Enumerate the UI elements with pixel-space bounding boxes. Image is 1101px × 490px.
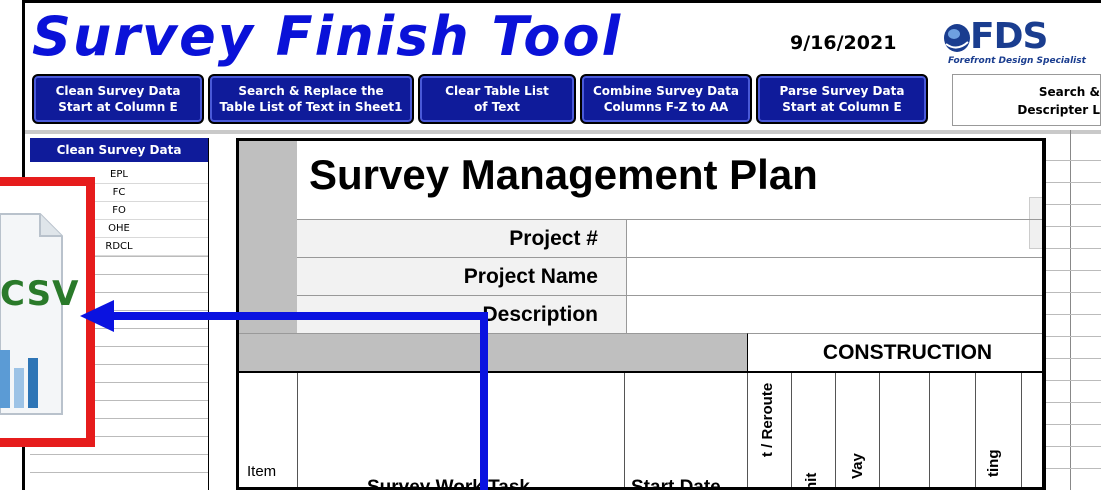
- project-number-label: Project #: [297, 220, 627, 258]
- project-number-row: Project #: [297, 219, 1042, 258]
- task-column-header: Survey Work Task: [367, 477, 530, 490]
- grid-row-line: [1046, 424, 1101, 425]
- clean-survey-data-button[interactable]: Clean Survey Data Start at Column E: [32, 74, 204, 124]
- grid-row-line: [1046, 182, 1101, 183]
- table-column-line: [975, 373, 976, 487]
- grid-row-line: [1046, 336, 1101, 337]
- table-column-line: [835, 373, 836, 487]
- table-column-line: [747, 373, 748, 487]
- column-header: ting: [985, 449, 1002, 478]
- table-column-line: [929, 373, 930, 487]
- app-title: Survey Finish Tool: [32, 5, 623, 68]
- reroute-column-header: t / Reroute: [759, 382, 776, 457]
- start-date-column-header: Start Date: [631, 477, 721, 490]
- grid-row-line: [1046, 270, 1101, 271]
- date-display: 9/16/2021: [790, 32, 897, 54]
- grid-row-line: [30, 472, 208, 473]
- grid-row-line: [1046, 402, 1101, 403]
- project-name-row: Project Name: [297, 257, 1042, 296]
- parse-survey-data-button[interactable]: Parse Survey Data Start at Column E: [756, 74, 928, 124]
- plan-task-table: Item Survey Work Task Start Date t / Rer…: [239, 371, 1042, 490]
- logo-text: FDS: [970, 16, 1048, 57]
- table-column-line: [624, 373, 625, 487]
- combine-survey-data-button[interactable]: Combine Survey Data Columns F-Z to AA: [580, 74, 752, 124]
- clean-survey-data-header: Clean Survey Data: [30, 138, 208, 162]
- search-descripter-button[interactable]: Search & Descripter L: [952, 74, 1101, 126]
- csv-file-icon: [0, 213, 63, 415]
- description-row: Description: [297, 295, 1042, 334]
- csv-label: CSV: [0, 274, 80, 314]
- clear-table-list-button[interactable]: Clear Table List of Text: [418, 74, 576, 124]
- spreadsheet-canvas: Survey Finish Tool 9/16/2021 FDS Forefro…: [0, 0, 1101, 490]
- column-header: Vay: [849, 453, 866, 479]
- parse-survey-data-label: Parse Survey Data Start at Column E: [779, 84, 905, 114]
- grid-row-line: [30, 454, 208, 455]
- csv-highlight-frame: CSV: [0, 177, 95, 447]
- logo-mark-icon: [944, 24, 970, 52]
- table-column-line: [791, 373, 792, 487]
- header-divider: [25, 130, 1101, 134]
- project-name-label: Project Name: [297, 258, 627, 296]
- description-label: Description: [297, 296, 627, 334]
- search-replace-label: Search & Replace the Table List of Text …: [219, 84, 403, 114]
- plan-title: Survey Management Plan: [309, 151, 818, 198]
- grid-row-line: [1046, 468, 1101, 469]
- grid-row-line: [1046, 160, 1101, 161]
- grid-row-line: [1046, 204, 1101, 205]
- grid-row-line: [1046, 358, 1101, 359]
- item-column-header: Item: [247, 463, 277, 480]
- table-column-line: [1021, 373, 1022, 487]
- grid-row-line: [1046, 226, 1101, 227]
- grid-column-line: [1070, 130, 1071, 490]
- table-column-line: [879, 373, 880, 487]
- table-column-line: [297, 373, 298, 487]
- grid-row-line: [1046, 314, 1101, 315]
- combine-survey-data-label: Combine Survey Data Columns F-Z to AA: [592, 84, 740, 114]
- clean-survey-data-label: Clean Survey Data Start at Column E: [55, 84, 181, 114]
- grid-row-line: [1046, 380, 1101, 381]
- survey-management-plan-image: Survey Management Plan Project # Project…: [236, 138, 1046, 490]
- search-replace-button[interactable]: Search & Replace the Table List of Text …: [208, 74, 414, 124]
- company-logo: FDS Forefront Design Specialist: [930, 16, 1100, 72]
- logo-tagline: Forefront Design Specialist: [948, 56, 1086, 66]
- construction-header: CONSTRUCTION: [747, 333, 1042, 371]
- grid-row-line: [1046, 292, 1101, 293]
- grid-row-line: [1046, 446, 1101, 447]
- column-header: nit: [803, 472, 820, 490]
- plan-gray-band: [239, 333, 747, 371]
- clear-table-list-label: Clear Table List of Text: [445, 84, 549, 114]
- grid-row-line: [1046, 248, 1101, 249]
- grid-column-line: [208, 138, 209, 490]
